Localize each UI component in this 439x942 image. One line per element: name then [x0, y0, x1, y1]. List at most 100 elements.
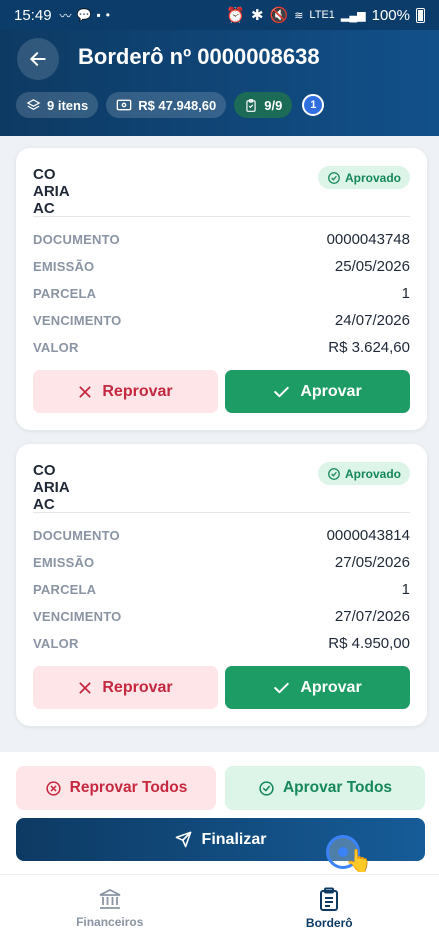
reject-all-button[interactable]: Reprovar Todos [16, 766, 216, 810]
row-emissao: EMISSÃO 25/05/2026 [33, 253, 410, 280]
arrow-left-icon [30, 52, 46, 66]
clipboard-list-icon [320, 887, 339, 911]
clock: 15:49 [14, 6, 52, 24]
money-icon [116, 99, 132, 111]
row-documento: DOCUMENTO 0000043814 [33, 522, 410, 549]
mute-icon: 🔇 [269, 7, 289, 24]
client-name-part: ARIA [33, 479, 70, 496]
progress-value: 9/9 [264, 97, 283, 113]
document-card: COARIA AC Aprovado DOCUMENTO 0000043748 E… [16, 148, 427, 430]
client-name-part: ARIA [33, 183, 70, 200]
bluetooth-icon: ✱ [250, 7, 264, 24]
chat-icon: 💬 [76, 8, 92, 22]
status-text: Aprovado [344, 170, 401, 185]
battery-percent: 100% [371, 6, 410, 24]
system-icons: ⏰ ✱ 🔇 ≋ LTE1 ▂▄▆ 100% [226, 6, 425, 24]
row-parcela: PARCELA 1 [33, 576, 410, 603]
status-badge: Aprovado [317, 462, 410, 485]
status-badge: Aprovado [317, 166, 410, 189]
value: 27/05/2026 [334, 554, 410, 571]
battery-icon [416, 7, 425, 23]
reject-button[interactable]: Reprovar [33, 666, 218, 709]
approve-label: Aprovar [300, 382, 362, 400]
divider [33, 216, 410, 217]
card-actions: Reprovar Aprovar [33, 370, 410, 413]
progress-chip: 9/9 [234, 92, 293, 118]
notification-icons: 〰 💬 ▪ • [60, 7, 110, 24]
app-icon: ▪ [96, 8, 101, 22]
label: VENCIMENTO [33, 609, 122, 624]
check-circle-icon [328, 467, 340, 480]
dot-icon: • [105, 8, 110, 22]
alarm-icon: ⏰ [226, 7, 245, 24]
app-header: Borderô nº 0000008638 9 itens R$ 47.948,… [0, 30, 439, 136]
back-button[interactable] [17, 38, 59, 80]
label: EMISSÃO [33, 555, 95, 570]
nav-bordero[interactable]: Borderô [220, 875, 439, 942]
nav-label: Borderô [305, 916, 353, 930]
value: 25/05/2026 [334, 258, 410, 275]
client-name: COARIA AC [33, 462, 233, 513]
label: DOCUMENTO [33, 528, 120, 543]
client-name-part: AC [33, 496, 55, 513]
wifi-icon: ≋ [294, 9, 304, 22]
pointer-hand-icon: 👆 [345, 848, 373, 873]
detail-rows: DOCUMENTO 0000043814 EMISSÃO 27/05/2026 PA… [33, 522, 410, 657]
document-list[interactable]: COARIA AC Aprovado DOCUMENTO 0000043748 E… [0, 136, 439, 752]
status-text: Aprovado [344, 466, 401, 481]
client-name-part: CO [33, 166, 56, 183]
total-value: R$ 47.948,60 [138, 97, 217, 113]
lte-label: LTE1 [309, 9, 335, 21]
label: EMISSÃO [33, 259, 95, 274]
row-vencimento: VENCIMENTO 27/07/2026 [33, 603, 410, 630]
card-actions: Reprovar Aprovar [33, 666, 410, 709]
approve-button[interactable]: Aprovar [225, 666, 410, 709]
reject-button[interactable]: Reprovar [33, 370, 218, 413]
value: 0000043814 [326, 527, 410, 544]
nav-label: Financeiros [76, 915, 144, 929]
label: VENCIMENTO [33, 313, 122, 328]
label: VALOR [33, 636, 79, 651]
reject-all-label: Reprovar Todos [69, 779, 188, 796]
check-icon [274, 682, 290, 693]
label: PARCELA [33, 582, 97, 597]
notification-badge[interactable]: 1 [302, 94, 325, 116]
detail-rows: DOCUMENTO 0000043748 EMISSÃO 25/05/2026 PA… [33, 226, 410, 361]
approve-all-label: Aprovar Todos [282, 779, 393, 796]
bulk-actions: Reprovar Todos Aprovar Todos Finalizar 👆 [0, 752, 439, 874]
reject-label: Reprovar [102, 382, 173, 400]
layers-icon [26, 98, 41, 110]
reject-label: Reprovar [102, 678, 173, 696]
approve-all-button[interactable]: Aprovar Todos [225, 766, 425, 810]
label: DOCUMENTO [33, 232, 120, 247]
x-circle-icon [45, 780, 61, 796]
page-title: Borderô nº 0000008638 [78, 44, 320, 69]
document-card: COARIA AC Aprovado DOCUMENTO 0000043814 E… [16, 444, 427, 726]
check-circle-icon [259, 780, 274, 796]
value: 1 [401, 581, 410, 598]
approve-label: Aprovar [300, 678, 362, 696]
value: 24/07/2026 [334, 312, 410, 329]
value: 0000043748 [326, 231, 410, 248]
summary-chips: 9 itens R$ 47.948,60 9/9 1 [16, 92, 325, 118]
items-count: 9 itens [47, 97, 89, 113]
label: VALOR [33, 340, 79, 355]
client-name-part: CO [33, 462, 56, 479]
send-icon [175, 831, 191, 848]
divider [33, 512, 410, 513]
bottom-nav: Financeiros Borderô [0, 874, 439, 942]
status-bar: 15:49 〰 💬 ▪ • ⏰ ✱ 🔇 ≋ LTE1 ▂▄▆ 100% [0, 0, 439, 30]
items-chip: 9 itens [16, 92, 99, 118]
wave-icon: 〰 [59, 8, 72, 23]
row-vencimento: VENCIMENTO 24/07/2026 [33, 307, 410, 334]
close-icon [79, 681, 91, 694]
client-name: COARIA AC [33, 166, 233, 217]
value: 1 [401, 285, 410, 302]
nav-financeiros[interactable]: Financeiros [0, 875, 220, 942]
client-name-part: AC [33, 200, 55, 217]
approve-button[interactable]: Aprovar [225, 370, 410, 413]
value: 27/07/2026 [334, 608, 410, 625]
value: R$ 3.624,60 [328, 339, 410, 356]
finalize-label: Finalizar [201, 830, 267, 848]
total-chip: R$ 47.948,60 [106, 92, 227, 118]
